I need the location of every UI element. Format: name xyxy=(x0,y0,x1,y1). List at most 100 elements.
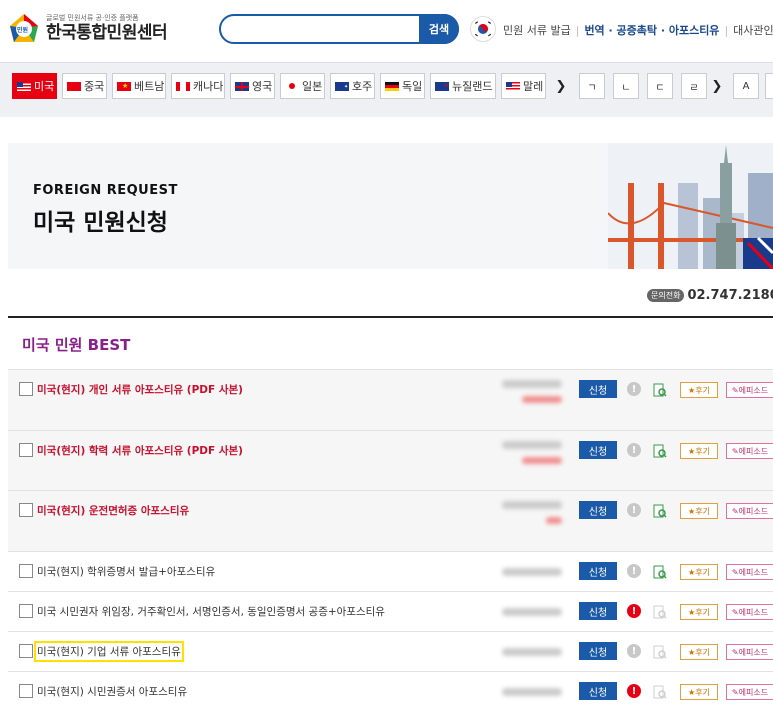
info-icon[interactable]: ! xyxy=(627,564,641,578)
document-preview-icon[interactable] xyxy=(653,382,667,397)
item-title-highlighted[interactable]: 미국(현지) 기업 서류 아포스티유 xyxy=(34,641,184,662)
select-checkbox[interactable] xyxy=(19,644,33,658)
episode-button[interactable]: ✎ 에피소드 xyxy=(726,564,773,580)
tab-label: 미국 xyxy=(34,80,55,93)
review-button[interactable]: ★후기 xyxy=(680,684,718,700)
review-button[interactable]: ★후기 xyxy=(680,382,718,398)
country-next-arrow-icon[interactable]: ❯ xyxy=(551,73,571,99)
tab-country-australia[interactable]: ✦ 호주 xyxy=(330,73,375,99)
select-checkbox[interactable] xyxy=(19,564,33,578)
tab-country-uk[interactable]: 영국 xyxy=(230,73,275,99)
episode-label: 에피소드 xyxy=(738,506,769,516)
index-tab[interactable]: ㄷ xyxy=(647,73,673,99)
tab-country-usa[interactable]: 미국 xyxy=(12,73,57,99)
info-icon[interactable]: ! xyxy=(627,443,641,457)
newzealand-flag-icon: ★ xyxy=(435,81,449,91)
episode-button[interactable]: ✎ 에피소드 xyxy=(726,684,773,700)
tab-country-malaysia[interactable]: 말레 xyxy=(501,73,546,99)
episode-button[interactable]: ✎ 에피소드 xyxy=(726,503,773,519)
episode-button[interactable]: ✎ 에피소드 xyxy=(726,604,773,620)
tab-label: 중국 xyxy=(84,80,105,93)
select-checkbox[interactable] xyxy=(19,503,33,517)
tab-country-china[interactable]: 중국 xyxy=(62,73,107,99)
list-item: 미국(현지) 운전면허증 아포스티유 신청 ! ★후기 ✎ 에피소드 xyxy=(8,490,773,551)
select-checkbox[interactable] xyxy=(19,382,33,396)
select-checkbox[interactable] xyxy=(19,684,33,698)
index-tab[interactable]: ㄱ xyxy=(579,73,605,99)
apply-button[interactable]: 신청 xyxy=(579,380,617,398)
tab-country-germany[interactable]: 독일 xyxy=(380,73,425,99)
item-title[interactable]: 미국(현지) 학력 서류 아포스티유 (PDF 사본) xyxy=(37,443,243,458)
index-tab-partial[interactable] xyxy=(765,73,773,99)
item-title[interactable]: 미국(현지) 개인 서류 아포스티유 (PDF 사본) xyxy=(37,382,243,397)
review-button[interactable]: ★후기 xyxy=(680,604,718,620)
tab-country-canada[interactable]: 캐나다 xyxy=(171,73,225,99)
tab-label: 말레 xyxy=(523,80,544,93)
apply-button[interactable]: 신청 xyxy=(579,441,617,459)
germany-flag-icon xyxy=(385,81,399,91)
usa-landmark-illustration xyxy=(608,143,773,269)
item-title[interactable]: 미국 시민권자 위임장, 거주확인서, 서명인증서, 동일인증명서 공증+아포스… xyxy=(37,604,385,619)
alert-icon[interactable]: ! xyxy=(627,604,641,618)
alert-icon[interactable]: ! xyxy=(627,684,641,698)
episode-label: 에피소드 xyxy=(738,687,769,697)
pencil-icon: ✎ xyxy=(731,567,739,577)
episode-button[interactable]: ✎ 에피소드 xyxy=(726,644,773,660)
index-tab[interactable]: A xyxy=(733,73,759,99)
apply-button[interactable]: 신청 xyxy=(579,682,617,700)
index-tab[interactable]: ㄴ xyxy=(613,73,639,99)
page-title: 미국 민원신청 xyxy=(33,210,168,236)
nav-issue-docs[interactable]: 민원 서류 발급 xyxy=(503,24,571,37)
pencil-icon: ✎ xyxy=(731,385,739,395)
review-button[interactable]: ★후기 xyxy=(680,644,718,660)
apply-button[interactable]: 신청 xyxy=(579,602,617,620)
banner-subtitle: FOREIGN REQUEST xyxy=(33,183,178,198)
info-icon[interactable]: ! xyxy=(627,644,641,658)
item-title[interactable]: 미국(현지) 학위증명서 발급+아포스티유 xyxy=(37,564,215,579)
review-button[interactable]: ★후기 xyxy=(680,443,718,459)
country-tab-bar: 미국 중국 ★ 베트남 캐나다 영국 일본 ✦ 호주 독일 ★ 뉴질랜드 말레 … xyxy=(0,62,773,117)
episode-button[interactable]: ✎ 에피소드 xyxy=(726,382,773,398)
select-checkbox[interactable] xyxy=(19,604,33,618)
info-icon[interactable]: ! xyxy=(627,382,641,396)
document-preview-icon[interactable] xyxy=(653,684,667,699)
item-title[interactable]: 미국(현지) 시민권증서 아포스티유 xyxy=(37,684,187,699)
episode-button[interactable]: ✎ 에피소드 xyxy=(726,443,773,459)
tab-country-vietnam[interactable]: ★ 베트남 xyxy=(112,73,166,99)
episode-label: 에피소드 xyxy=(738,647,769,657)
pencil-icon: ✎ xyxy=(731,446,739,456)
apply-button[interactable]: 신청 xyxy=(579,562,617,580)
tab-label: 캐나다 xyxy=(193,80,224,93)
usa-flag-icon xyxy=(17,81,31,91)
tab-country-newzealand[interactable]: ★ 뉴질랜드 xyxy=(430,73,496,99)
info-icon[interactable]: ! xyxy=(627,503,641,517)
korea-flag-icon[interactable] xyxy=(470,16,496,42)
canada-flag-icon xyxy=(176,81,190,91)
document-preview-icon[interactable] xyxy=(653,644,667,659)
search-button[interactable]: 검색 xyxy=(419,14,459,44)
price-discount-blurred xyxy=(522,457,562,464)
search-input[interactable] xyxy=(231,20,411,38)
price-blurred xyxy=(502,380,562,388)
episode-label: 에피소드 xyxy=(738,567,769,577)
index-next-arrow-icon[interactable]: ❯ xyxy=(707,73,727,99)
index-tab[interactable]: ㄹ xyxy=(681,73,707,99)
item-title[interactable]: 미국(현지) 운전면허증 아포스티유 xyxy=(37,503,189,518)
list-item: 미국(현지) 학력 서류 아포스티유 (PDF 사본) 신청 ! ★후기 ✎ 에피… xyxy=(8,430,773,490)
tab-country-japan[interactable]: 일본 xyxy=(280,73,325,99)
site-logo[interactable]: 민원 글로벌 민원서류 공·인증 플랫폼 한국통합민원센터 xyxy=(8,12,168,44)
nav-translation-apostille[interactable]: 번역 · 공증촉탁 · 아포스티유 xyxy=(584,24,719,37)
top-navigation: 민원 서류 발급|번역 · 공증촉탁 · 아포스티유|대사관인증 xyxy=(503,22,773,38)
nav-embassy[interactable]: 대사관인증 xyxy=(733,24,773,37)
document-preview-icon[interactable] xyxy=(653,604,667,619)
review-button[interactable]: ★후기 xyxy=(680,503,718,519)
document-preview-icon[interactable] xyxy=(653,503,667,518)
review-button[interactable]: ★후기 xyxy=(680,564,718,580)
phone-number[interactable]: 02.747.2180 xyxy=(687,288,773,303)
episode-label: 에피소드 xyxy=(738,607,769,617)
document-preview-icon[interactable] xyxy=(653,564,667,579)
apply-button[interactable]: 신청 xyxy=(579,642,617,660)
document-preview-icon[interactable] xyxy=(653,443,667,458)
apply-button[interactable]: 신청 xyxy=(579,501,617,519)
select-checkbox[interactable] xyxy=(19,443,33,457)
